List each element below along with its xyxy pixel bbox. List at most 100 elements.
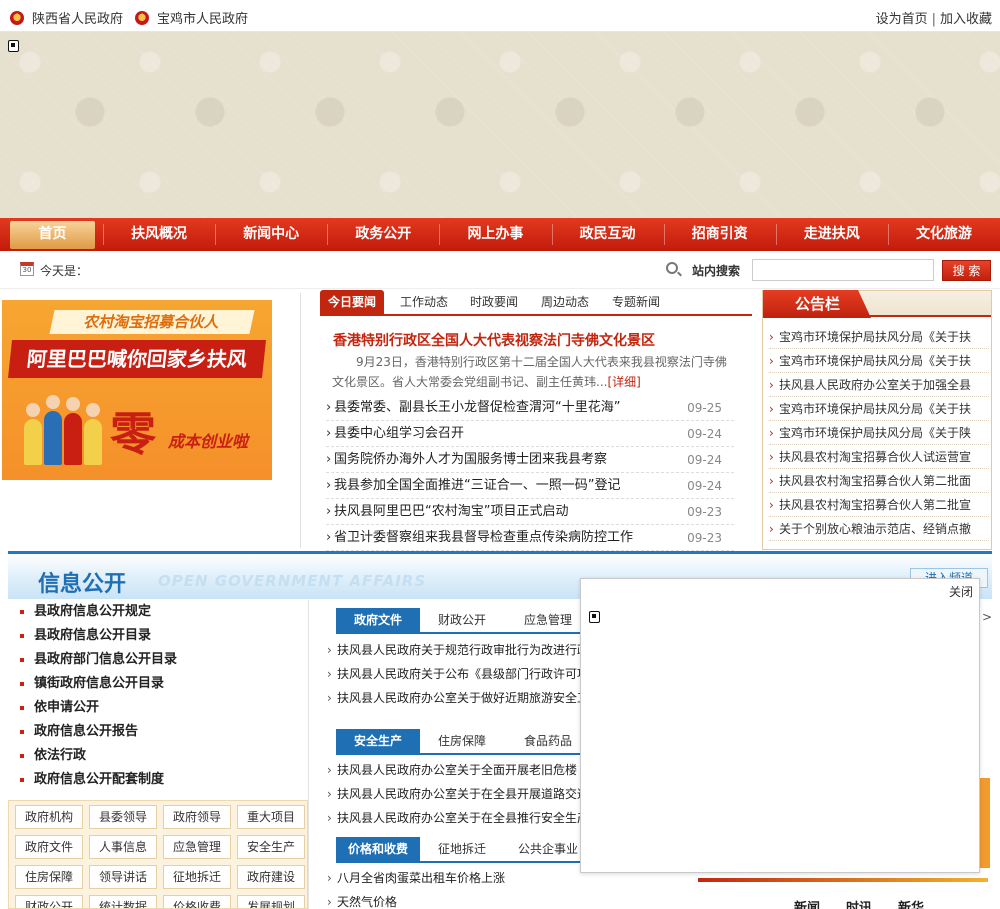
gov-menu-item[interactable]: 依申请公开 [8,696,308,720]
tab-today-news[interactable]: 今日要闻 [320,290,385,314]
main-nav: 首页 扶风概况 新闻中心 政务公开 网上办事 政民互动 招商引资 走进扶风 文化… [0,218,1000,251]
more-link[interactable]: [详细] [607,375,640,389]
gov-menu-item[interactable]: 政府信息公开报告 [8,720,308,744]
notice-item[interactable]: 宝鸡市环境保护局扶风分局《关于扶 [769,397,989,421]
gov-menu-item[interactable]: 政府信息公开配套制度 [8,768,308,792]
list-item[interactable]: 扶风县人民政府办公室关于在全县推行安全生产 [327,806,587,830]
notice-item[interactable]: 扶风县农村淘宝招募合伙人试运营宣 [769,445,989,469]
grid-cell[interactable]: 政府领导 [163,805,231,829]
grid-cell[interactable]: 安全生产 [237,835,305,859]
nav-home[interactable]: 首页 [10,221,95,249]
tab-finance[interactable]: 财政公开 [438,608,486,632]
grid-cell[interactable]: 住房保障 [15,865,83,889]
plugin-placeholder-icon[interactable] [8,40,19,52]
ad-zero: 零 [110,407,156,461]
list-item[interactable]: 我县参加全国全面推进“三证合一、一照一码”登记09-24 [326,473,734,499]
list-item[interactable]: 县委中心组学习会召开09-24 [326,421,734,447]
baoji-gov-link[interactable]: 宝鸡市人民政府 [135,8,248,27]
tab-food-drugs[interactable]: 食品药品 [524,729,572,753]
gov-menu-item[interactable]: 县政府信息公开规定 [8,600,308,624]
list-item[interactable]: 扶风县人民政府办公室关于在全县开展道路交通 [327,782,587,806]
shaanxi-gov-link[interactable]: 陕西省人民政府 [10,8,123,27]
tab-timely[interactable]: 时讯 [846,901,872,909]
plugin-placeholder-icon[interactable] [589,611,600,623]
grid-cell[interactable]: 统计数据 [89,895,157,908]
grid-cell[interactable]: 价格收费 [163,895,231,908]
gov-list-1: 扶风县人民政府关于规范行政审批行为改进行政 扶风县人民政府关于公布《县级部门行政… [327,638,587,710]
set-home-link[interactable]: 设为首页 [876,12,928,27]
tab-xinhua[interactable]: 新华 [898,901,924,909]
nav-about-fufeng[interactable]: 走进扶风 [775,218,888,251]
popup-close-button[interactable]: 关闭 [949,583,973,600]
rural-taobao-ad[interactable]: 农村淘宝招募合伙人 阿里巴巴喊你回家乡扶风 零 成本创业啦 [2,300,272,480]
notice-item[interactable]: 宝鸡市环境保护局扶风分局《关于扶 [769,349,989,373]
grid-cell[interactable]: 县委领导 [89,805,157,829]
tab-work-updates[interactable]: 工作动态 [400,290,448,314]
tab-gov-documents[interactable]: 政府文件 [336,608,420,632]
list-item[interactable]: 扶风县人民政府办公室关于全面开展老旧危楼 [327,758,587,782]
nav-gov-affairs[interactable]: 政务公开 [327,218,439,251]
headline-link[interactable]: 香港特别行政区全国人大代表视察法门寺佛文化景区 [333,330,655,350]
gradient-divider [698,878,988,882]
divider [300,293,301,548]
grid-cell[interactable]: 重大项目 [237,805,305,829]
gov-menu-item[interactable]: 县政府部门信息公开目录 [8,648,308,672]
tab-housing[interactable]: 住房保障 [438,729,486,753]
list-item[interactable]: 国务院侨办海外人才为国服务博士团来我县考察09-24 [326,447,734,473]
list-item[interactable]: 八月全省肉蛋菜出租车价格上涨 [327,866,587,890]
grid-cell[interactable]: 人事信息 [89,835,157,859]
grid-cell[interactable]: 征地拆迁 [163,865,231,889]
grid-cell[interactable]: 政府机构 [15,805,83,829]
nav-investment[interactable]: 招商引资 [663,218,776,251]
notice-item[interactable]: 关于个别放心粮油示范店、经销点撤 [769,517,989,541]
add-favorite-link[interactable]: 加入收藏 [940,12,992,27]
tab-public-enterprise[interactable]: 公共企事业 [518,837,578,861]
baoji-gov-label[interactable]: 宝鸡市人民政府 [157,8,248,27]
gov-menu-item[interactable]: 县政府信息公开目录 [8,624,308,648]
list-item[interactable]: 扶风县人民政府关于规范行政审批行为改进行政 [327,638,587,662]
tab-land[interactable]: 征地拆迁 [438,837,486,861]
notice-item[interactable]: 扶风县农村淘宝招募合伙人第二批宣 [769,493,989,517]
top-bar: 陕西省人民政府 宝鸡市人民政府 设为首页 | 加入收藏 [0,0,1000,32]
list-item[interactable]: 县委常委、副县长王小龙督促检查渭河“十里花海”09-25 [326,395,734,421]
gov-category-grid: 政府机构 县委领导 政府领导 重大项目 政府文件 人事信息 应急管理 安全生产 … [8,800,308,909]
notice-item[interactable]: 扶风县农村淘宝招募合伙人第二批面 [769,469,989,493]
list-item[interactable]: 扶风县人民政府办公室关于做好近期旅游安全工 [327,686,587,710]
search-button[interactable]: 搜 索 [942,260,991,281]
tab-politics[interactable]: 时政要闻 [470,290,518,314]
tab-special[interactable]: 专题新闻 [612,290,660,314]
gov-menu-item[interactable]: 依法行政 [8,744,308,768]
notice-board: 公告栏 宝鸡市环境保护局扶风分局《关于扶 宝鸡市环境保护局扶风分局《关于扶 扶风… [762,290,992,550]
list-item[interactable]: 省卫计委督察组来我县督导检查重点传染病防控工作09-23 [326,525,734,551]
floating-popup: 关闭 [580,578,980,873]
notice-item[interactable]: 扶风县人民政府办公室关于加强全县 [769,373,989,397]
nav-interaction[interactable]: 政民互动 [551,218,664,251]
next-arrow-icon[interactable]: > [982,610,992,624]
nav-online-services[interactable]: 网上办事 [439,218,551,251]
tab-nearby[interactable]: 周边动态 [541,290,589,314]
gov-list-3: 八月全省肉蛋菜出租车价格上涨 天然气价格 [327,866,587,909]
list-item[interactable]: 扶风县人民政府关于公布《县级部门行政许可项 [327,662,587,686]
notice-item[interactable]: 宝鸡市环境保护局扶风分局《关于扶 [769,325,989,349]
tab-safety[interactable]: 安全生产 [336,729,420,753]
notice-item[interactable]: 宝鸡市环境保护局扶风分局《关于陕 [769,421,989,445]
search-input[interactable] [752,259,934,281]
tab-emergency[interactable]: 应急管理 [524,608,572,632]
search-icon [666,262,678,274]
nav-news-center[interactable]: 新闻中心 [215,218,327,251]
grid-cell[interactable]: 领导讲话 [89,865,157,889]
nav-overview[interactable]: 扶风概况 [103,218,215,251]
grid-cell[interactable]: 财政公开 [15,895,83,908]
grid-cell[interactable]: 发展规划 [237,895,305,908]
grid-cell[interactable]: 政府建设 [237,865,305,889]
list-item[interactable]: 天然气价格 [327,890,587,909]
grid-cell[interactable]: 政府文件 [15,835,83,859]
list-item[interactable]: 扶风县阿里巴巴“农村淘宝”项目正式启动09-23 [326,499,734,525]
shaanxi-gov-label[interactable]: 陕西省人民政府 [32,8,123,27]
grid-cell[interactable]: 应急管理 [163,835,231,859]
gov-menu-item[interactable]: 镇街政府信息公开目录 [8,672,308,696]
summary-text: 9月23日，香港特别行政区第十二届全国人大代表来我县视察法门寺佛文化景区。省人大… [332,355,727,389]
tab-prices[interactable]: 价格和收费 [336,837,420,861]
tab-news[interactable]: 新闻 [794,901,820,909]
nav-culture-tourism[interactable]: 文化旅游 [887,218,1000,251]
